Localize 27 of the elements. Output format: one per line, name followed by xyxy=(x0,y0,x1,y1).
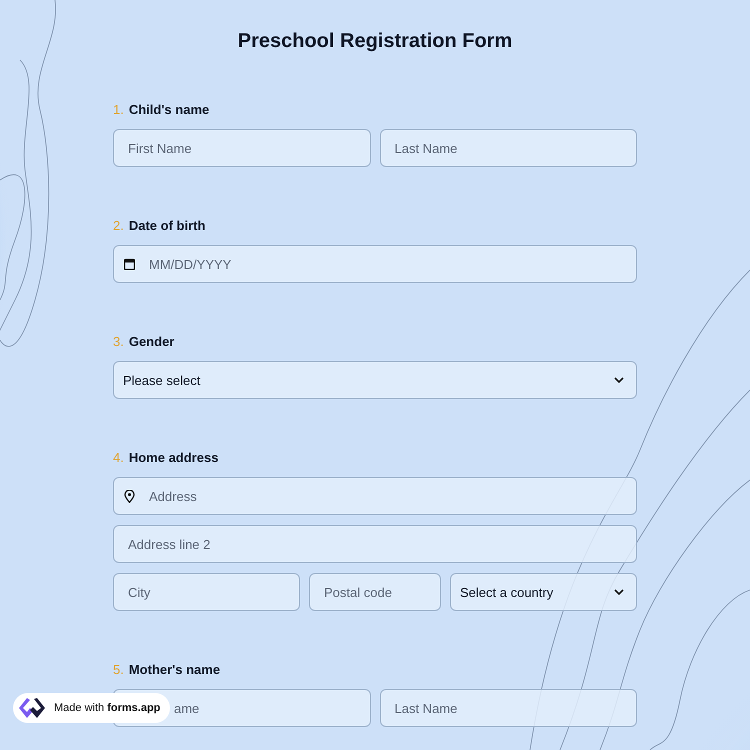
chevron-down-icon xyxy=(614,589,624,595)
question-label: Gender xyxy=(128,333,174,351)
location-pin-icon xyxy=(124,490,135,502)
question-number: 4. xyxy=(113,449,124,467)
text-field[interactable]: First Name xyxy=(113,129,370,167)
calendar-icon xyxy=(124,258,135,270)
text-field[interactable]: Postal code xyxy=(309,573,441,611)
logo-icon xyxy=(18,697,48,719)
question-label: Child's name xyxy=(128,101,210,119)
chevron-down-icon xyxy=(614,377,624,383)
question-label: Home address xyxy=(128,449,218,467)
question-number: 3. xyxy=(113,333,124,351)
dropdown-select[interactable]: Select a country xyxy=(450,573,637,611)
address-field[interactable]: Address xyxy=(113,477,637,515)
question-label: Mother's name xyxy=(128,661,220,679)
date-field[interactable]: MM/DD/YYYY xyxy=(113,245,637,283)
dropdown-select[interactable]: Please select xyxy=(113,361,637,399)
text-field[interactable]: Address line 2 xyxy=(113,525,637,563)
branding-overlay[interactable]: Made with forms.app xyxy=(13,693,170,723)
question-number: 2. xyxy=(113,217,124,235)
question-label: Date of birth xyxy=(128,217,206,235)
question-number: 5. xyxy=(113,661,124,679)
text-field[interactable]: Last Name xyxy=(380,689,637,727)
form-title: Preschool Registration Form xyxy=(236,30,514,53)
text-field[interactable]: City xyxy=(113,573,300,611)
text-field[interactable]: Last Name xyxy=(380,129,637,167)
question-number: 1. xyxy=(113,101,124,119)
